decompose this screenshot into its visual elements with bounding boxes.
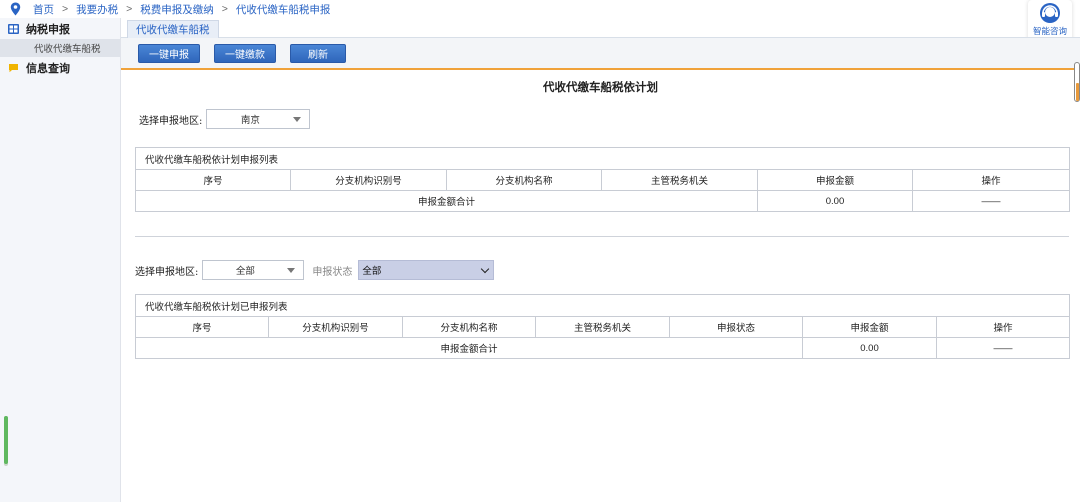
breadcrumb-declare-pay[interactable]: 税费申报及缴纳 (140, 2, 214, 17)
region-select[interactable]: 全部 (202, 260, 305, 280)
sidebar: 纳税申报 代收代缴车船税 信息查询 (0, 18, 121, 502)
region-select[interactable]: 南京 (206, 109, 311, 129)
column-header: 申报金额 (802, 316, 937, 338)
breadcrumb-separator: > (126, 3, 133, 15)
column-header: 分支机构名称 (402, 316, 536, 338)
sidebar-group-tax-declare[interactable]: 纳税申报 (0, 18, 120, 39)
breadcrumb-separator: > (62, 3, 69, 15)
total-amount: 0.00 (802, 337, 937, 359)
total-label: 申报金额合计 (135, 337, 803, 359)
section-divider (135, 236, 1069, 237)
region-label: 选择申报地区: (139, 115, 203, 127)
one-click-pay-button[interactable]: 一键缴款 (214, 43, 276, 63)
breadcrumb-home[interactable]: 首页 (33, 2, 54, 17)
breadcrumb-separator: > (221, 3, 228, 15)
table-total-row: 申报金额合计 0.00 —— (135, 337, 1071, 359)
toolbar: 一键申报 一键缴款 刷新 (121, 38, 1080, 70)
tab-bar: 代收代缴车船税 (121, 18, 1080, 38)
column-header: 主管税务机关 (535, 316, 670, 338)
pending-declare-table: 代收代缴车船税依计划申报列表 序号 分支机构识别号 分支机构名称 主管税务机关 … (134, 147, 1071, 212)
table-header-row: 序号 分支机构识别号 分支机构名称 主管税务机关 申报状态 申报金额 操作 (135, 316, 1071, 338)
tab-label: 代收代缴车船税 (136, 24, 210, 36)
breadcrumb-current[interactable]: 代收代缴车船税申报 (236, 2, 331, 17)
sidebar-scrollbar[interactable] (4, 416, 8, 464)
column-header: 序号 (135, 169, 291, 191)
region-select-value: 全部 (235, 266, 255, 277)
total-amount: 0.00 (757, 190, 913, 212)
column-header: 序号 (135, 316, 269, 338)
one-click-declare-button[interactable]: 一键申报 (138, 43, 200, 63)
table-caption: 代收代缴车船税依计划申报列表 (134, 147, 1071, 170)
chat-bubble-icon (9, 63, 18, 72)
breadcrumb: 首页 > 我要办税 > 税费申报及缴纳 > 代收代缴车船税申报 (0, 0, 1080, 18)
column-header: 分支机构名称 (446, 169, 602, 191)
status-select[interactable]: 全部 (358, 260, 495, 280)
declared-table: 代收代缴车船税依计划已申报列表 序号 分支机构识别号 分支机构名称 主管税务机关… (134, 294, 1071, 359)
region-select-value: 南京 (240, 115, 260, 126)
column-header: 分支机构识别号 (268, 316, 403, 338)
tab-vehicle-tax[interactable]: 代收代缴车船税 (127, 20, 219, 38)
refresh-button[interactable]: 刷新 (290, 43, 346, 63)
column-header: 操作 (911, 169, 1071, 191)
status-label: 申报状态 (312, 266, 353, 278)
status-select-value: 全部 (362, 266, 382, 277)
section2-filter: 选择申报地区: 全部 申报状态 全部 (135, 260, 495, 280)
location-pin-icon (10, 2, 21, 16)
column-header: 申报状态 (669, 316, 803, 338)
column-header: 分支机构识别号 (290, 169, 447, 191)
dropdown-caret-icon (287, 267, 296, 273)
column-header: 操作 (935, 316, 1071, 338)
total-label: 申报金额合计 (135, 190, 758, 212)
total-action: —— (911, 190, 1071, 212)
sidebar-group-label: 纳税申报 (26, 23, 70, 36)
column-header: 主管税务机关 (601, 169, 758, 191)
table-caption: 代收代缴车船税依计划已申报列表 (134, 294, 1071, 317)
table-header-row: 序号 分支机构识别号 分支机构名称 主管税务机关 申报金额 操作 (135, 169, 1071, 191)
dropdown-caret-icon (293, 116, 302, 122)
table-total-row: 申报金额合计 0.00 —— (135, 190, 1071, 212)
chevron-down-icon (481, 264, 490, 273)
region-label: 选择申报地区: (135, 266, 199, 278)
sidebar-item-label: 代收代缴车船税 (34, 44, 101, 55)
grid-icon (8, 23, 19, 34)
breadcrumb-tax-handling[interactable]: 我要办税 (76, 2, 118, 17)
total-action: —— (935, 337, 1071, 359)
column-header: 申报金额 (757, 169, 913, 191)
sidebar-group-info-query[interactable]: 信息查询 (0, 57, 120, 78)
sidebar-item-vehicle-tax[interactable]: 代收代缴车船税 (0, 39, 120, 57)
page-title: 代收代缴车船税依计划 (543, 82, 658, 94)
sidebar-group-label: 信息查询 (26, 62, 70, 75)
section1-filter: 选择申报地区: 南京 (139, 109, 311, 129)
